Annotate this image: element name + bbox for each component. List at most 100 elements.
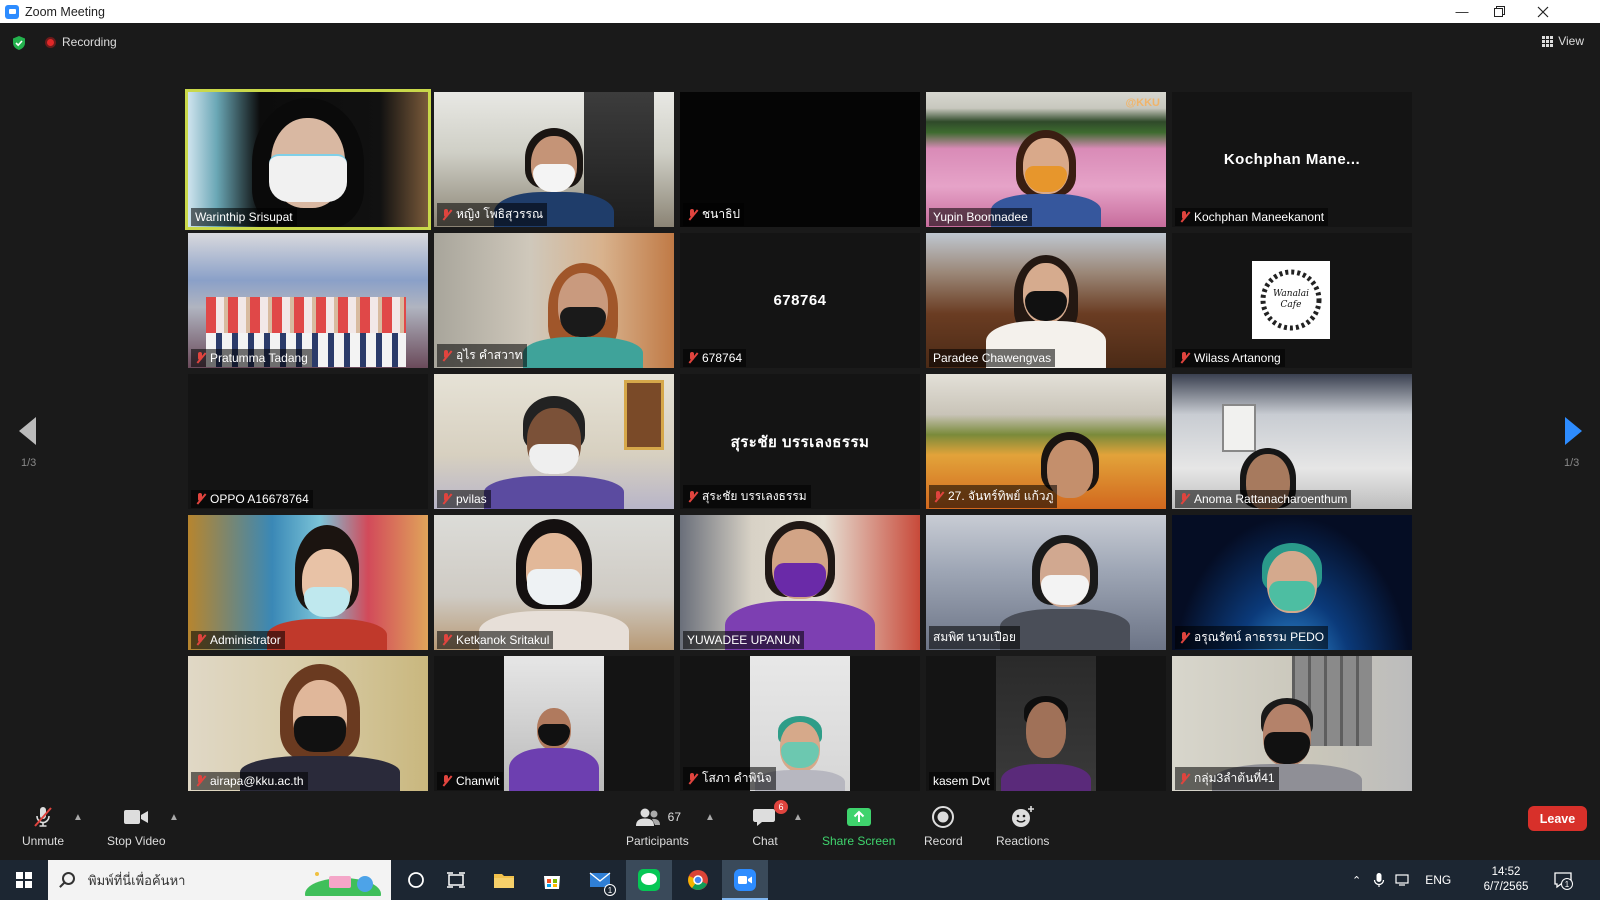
- participant-tile[interactable]: สุระชัย บรรเลงธรรม สุระชัย บรรเลงธรรม: [680, 374, 920, 509]
- muted-mic-icon: [1179, 772, 1189, 785]
- chat-button[interactable]: 6 Chat: [752, 800, 788, 848]
- participant-tile[interactable]: 27. จันทร์ทิพย์ แก้วภู: [926, 374, 1166, 509]
- previous-page-arrow-icon[interactable]: [19, 417, 36, 445]
- participant-tile[interactable]: หญิง โพธิสุวรรณ: [434, 92, 674, 227]
- close-window-button[interactable]: [1520, 0, 1566, 23]
- chat-label: Chat: [752, 834, 778, 848]
- participant-tile[interactable]: กลุ่ม3ลำต้นที่41: [1172, 656, 1412, 791]
- taskbar-search-input[interactable]: พิมพ์ที่นี่เพื่อค้นหา: [48, 860, 391, 900]
- participant-tile[interactable]: Ketkanok Sritakul: [434, 515, 674, 650]
- zoom-app-icon: [5, 4, 19, 19]
- notification-count-badge: 1: [1561, 878, 1573, 890]
- encryption-shield-icon[interactable]: [11, 35, 27, 51]
- participant-name-tag: Anoma Rattanacharoenthum: [1175, 490, 1352, 508]
- participant-name: อรุณรัตน์ ลาธรรม PEDO: [1194, 630, 1325, 644]
- participant-name-tag: Wilass Artanong: [1175, 349, 1285, 367]
- participant-tile[interactable]: pvilas: [434, 374, 674, 509]
- participant-name-tag: โสภา คำพินิจ: [683, 767, 776, 790]
- reactions-label: Reactions: [996, 834, 1050, 848]
- participant-name: 678764: [702, 351, 743, 365]
- line-app-taskbar-item[interactable]: [626, 860, 672, 900]
- next-page-arrow-icon[interactable]: [1565, 417, 1582, 445]
- zoom-taskbar-item[interactable]: [722, 860, 768, 900]
- unmute-button[interactable]: Unmute: [22, 804, 64, 848]
- file-explorer-icon[interactable]: [492, 868, 516, 892]
- participants-caret-icon[interactable]: ▲: [705, 812, 715, 823]
- grid-view-icon: [1542, 35, 1554, 47]
- participant-name: Chanwit: [456, 774, 500, 788]
- zoom-app-icon: [734, 869, 756, 891]
- participant-tile[interactable]: Chanwit: [434, 656, 674, 791]
- participant-tile[interactable]: สมพิศ นามเปือย: [926, 515, 1166, 650]
- participant-name-tag: Paradee Chawengvas: [929, 349, 1056, 367]
- show-hidden-icons-icon[interactable]: ⌃: [1352, 874, 1361, 887]
- participant-tile[interactable]: Warinthip Srisupat: [185, 89, 431, 230]
- microphone-in-use-icon[interactable]: [1373, 872, 1385, 888]
- chrome-browser-icon[interactable]: [686, 868, 710, 892]
- muted-mic-icon: [441, 775, 451, 787]
- participant-tile[interactable]: Anoma Rattanacharoenthum: [1172, 374, 1412, 509]
- audio-options-caret-icon[interactable]: ▲: [73, 812, 83, 823]
- cafe-logo: Wanalai Cafe: [1252, 261, 1330, 339]
- input-language[interactable]: ENG: [1425, 873, 1451, 887]
- participant-name-tag: Yupin Boonnadee: [929, 208, 1032, 226]
- network-icon[interactable]: [1395, 873, 1411, 887]
- participant-tile[interactable]: Kochphan Mane... Kochphan Maneekanont: [1172, 92, 1412, 227]
- view-button[interactable]: View: [1542, 34, 1584, 48]
- restore-button[interactable]: [1476, 0, 1522, 23]
- cafe-logo-text: Wanalai Cafe: [1272, 289, 1310, 310]
- participant-name: สมพิศ นามเปือย: [933, 630, 1016, 644]
- participants-icon: [635, 808, 660, 826]
- clock-time: 14:52: [1491, 866, 1521, 878]
- leave-meeting-button[interactable]: Leave: [1528, 806, 1587, 831]
- participant-name: Ketkanok Sritakul: [456, 633, 550, 647]
- action-center-button[interactable]: 1: [1553, 870, 1573, 890]
- search-highlight-illustration-icon: [305, 872, 381, 896]
- participant-name: Paradee Chawengvas: [933, 351, 1052, 365]
- participant-name: Pratumma Tadang: [210, 351, 308, 365]
- participant-tile[interactable]: airapa@kku.ac.th: [188, 656, 428, 791]
- muted-mic-icon: [1179, 493, 1189, 505]
- participant-name-tag: 678764: [683, 349, 747, 367]
- wall-photo: [1222, 404, 1256, 452]
- participant-name-tag: หญิง โพธิสุวรรณ: [437, 203, 548, 226]
- participants-button[interactable]: 67 Participants: [626, 804, 689, 848]
- record-button[interactable]: Record: [924, 804, 963, 848]
- video-options-caret-icon[interactable]: ▲: [169, 812, 179, 823]
- stop-video-button[interactable]: Stop Video: [107, 804, 166, 848]
- participant-tile[interactable]: ชนาธิป: [680, 92, 920, 227]
- participant-tile[interactable]: 678764 678764: [680, 233, 920, 368]
- taskbar-clock[interactable]: 14:52 6/7/2565: [1468, 865, 1544, 895]
- task-view-circle-icon[interactable]: [404, 868, 428, 892]
- participant-tile[interactable]: kasem Dvt: [926, 656, 1166, 791]
- participant-name: กลุ่ม3ลำต้นที่41: [1194, 771, 1275, 785]
- participant-tile[interactable]: Paradee Chawengvas: [926, 233, 1166, 368]
- participant-tile[interactable]: YUWADEE UPANUN: [680, 515, 920, 650]
- muted-mic-icon: [933, 490, 943, 503]
- line-app-icon: [638, 869, 660, 891]
- participant-tile[interactable]: Pratumma Tadang: [188, 233, 428, 368]
- participant-tile[interactable]: Administrator: [188, 515, 428, 650]
- participant-tile[interactable]: Wanalai Cafe Wilass Artanong: [1172, 233, 1412, 368]
- recording-indicator[interactable]: Recording: [45, 35, 117, 49]
- participant-tile[interactable]: อรุณรัตน์ ลาธรรม PEDO: [1172, 515, 1412, 650]
- participant-tile[interactable]: OPPO A16678764: [188, 374, 428, 509]
- share-screen-button[interactable]: Share Screen: [822, 804, 895, 848]
- reactions-button[interactable]: Reactions: [996, 804, 1049, 848]
- participant-name-tag: Ketkanok Sritakul: [437, 631, 554, 649]
- windows-start-icon[interactable]: [16, 872, 32, 888]
- participant-tile[interactable]: โสภา คำพินิจ: [680, 656, 920, 791]
- chat-unread-badge: 6: [774, 800, 788, 814]
- muted-mic-icon: [687, 208, 697, 221]
- participant-name: Administrator: [210, 633, 281, 647]
- task-view-icon[interactable]: [444, 868, 468, 892]
- muted-mic-icon: [195, 634, 205, 646]
- microsoft-store-icon[interactable]: [540, 868, 564, 892]
- muted-mic-icon: [195, 352, 205, 364]
- mail-unread-badge: 1: [604, 884, 616, 896]
- participant-name: Yupin Boonnadee: [933, 210, 1028, 224]
- participant-tile[interactable]: อุไร คำสวาท: [434, 233, 674, 368]
- chat-caret-icon[interactable]: ▲: [793, 812, 803, 823]
- clock-date: 6/7/2565: [1483, 881, 1529, 893]
- participant-tile[interactable]: @KKU Yupin Boonnadee: [926, 92, 1166, 227]
